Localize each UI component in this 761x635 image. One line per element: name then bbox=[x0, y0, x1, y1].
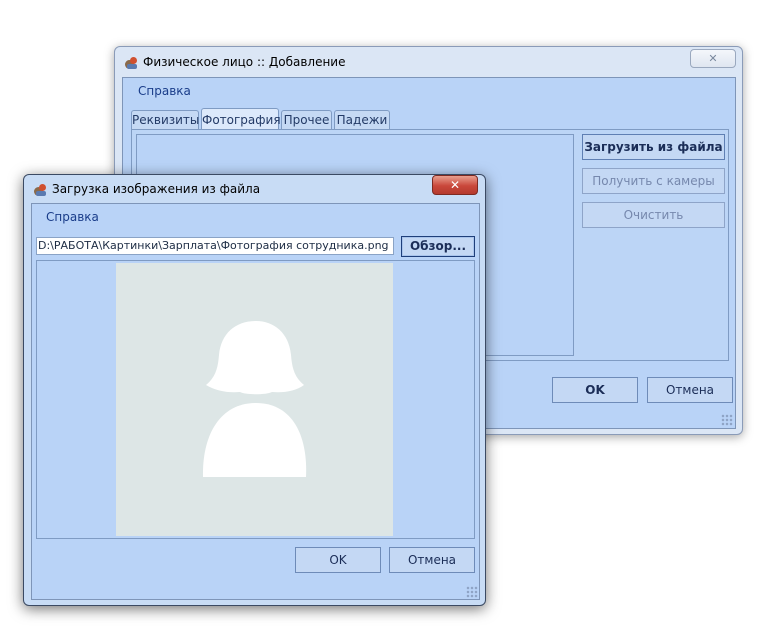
tab-requisites[interactable]: Реквизиты bbox=[131, 110, 199, 130]
tab-photo[interactable]: Фотография bbox=[201, 108, 281, 130]
cancel-button[interactable]: Отмена bbox=[389, 547, 475, 573]
close-icon: ✕ bbox=[708, 52, 718, 65]
load-image-window: Загрузка изображения из файла ✕ Справка … bbox=[23, 174, 486, 606]
resize-grip[interactable] bbox=[466, 586, 478, 598]
load-from-file-button[interactable]: Загрузить из файла bbox=[582, 134, 725, 160]
clear-button[interactable]: Очистить bbox=[582, 202, 725, 228]
cancel-button[interactable]: Отмена bbox=[647, 377, 733, 403]
app-icon bbox=[33, 183, 47, 197]
get-from-camera-button[interactable]: Получить с камеры bbox=[582, 168, 725, 194]
window-title: Физическое лицо :: Добавление bbox=[143, 55, 346, 69]
file-path-value: D:\РАБОТА\Картинки\Зарплата\Фотография с… bbox=[38, 239, 389, 252]
close-icon: ✕ bbox=[449, 178, 461, 192]
image-preview-panel bbox=[36, 260, 475, 539]
photo-image bbox=[116, 263, 393, 536]
app-icon bbox=[124, 56, 138, 70]
menu-help[interactable]: Справка bbox=[138, 84, 191, 98]
menu-help[interactable]: Справка bbox=[46, 210, 99, 224]
file-path-field[interactable]: D:\РАБОТА\Картинки\Зарплата\Фотография с… bbox=[36, 237, 394, 255]
person-silhouette-icon bbox=[202, 321, 307, 477]
resize-grip[interactable] bbox=[721, 414, 733, 426]
ok-button[interactable]: OK bbox=[295, 547, 381, 573]
load-image-client: Справка D:\РАБОТА\Картинки\Зарплата\Фото… bbox=[31, 203, 480, 600]
tab-strip: Реквизиты Фотография Прочее Падежи bbox=[131, 108, 731, 130]
person-add-titlebar: Физическое лицо :: Добавление ✕ bbox=[115, 47, 742, 75]
tab-other[interactable]: Прочее bbox=[281, 110, 332, 130]
close-button[interactable]: ✕ bbox=[432, 175, 478, 195]
tab-cases[interactable]: Падежи bbox=[334, 110, 390, 130]
window-title: Загрузка изображения из файла bbox=[52, 182, 261, 196]
close-button[interactable]: ✕ bbox=[690, 49, 736, 68]
ok-button[interactable]: OK bbox=[552, 377, 638, 403]
browse-button[interactable]: Обзор... bbox=[401, 236, 475, 257]
load-image-titlebar: Загрузка изображения из файла ✕ bbox=[24, 175, 485, 203]
